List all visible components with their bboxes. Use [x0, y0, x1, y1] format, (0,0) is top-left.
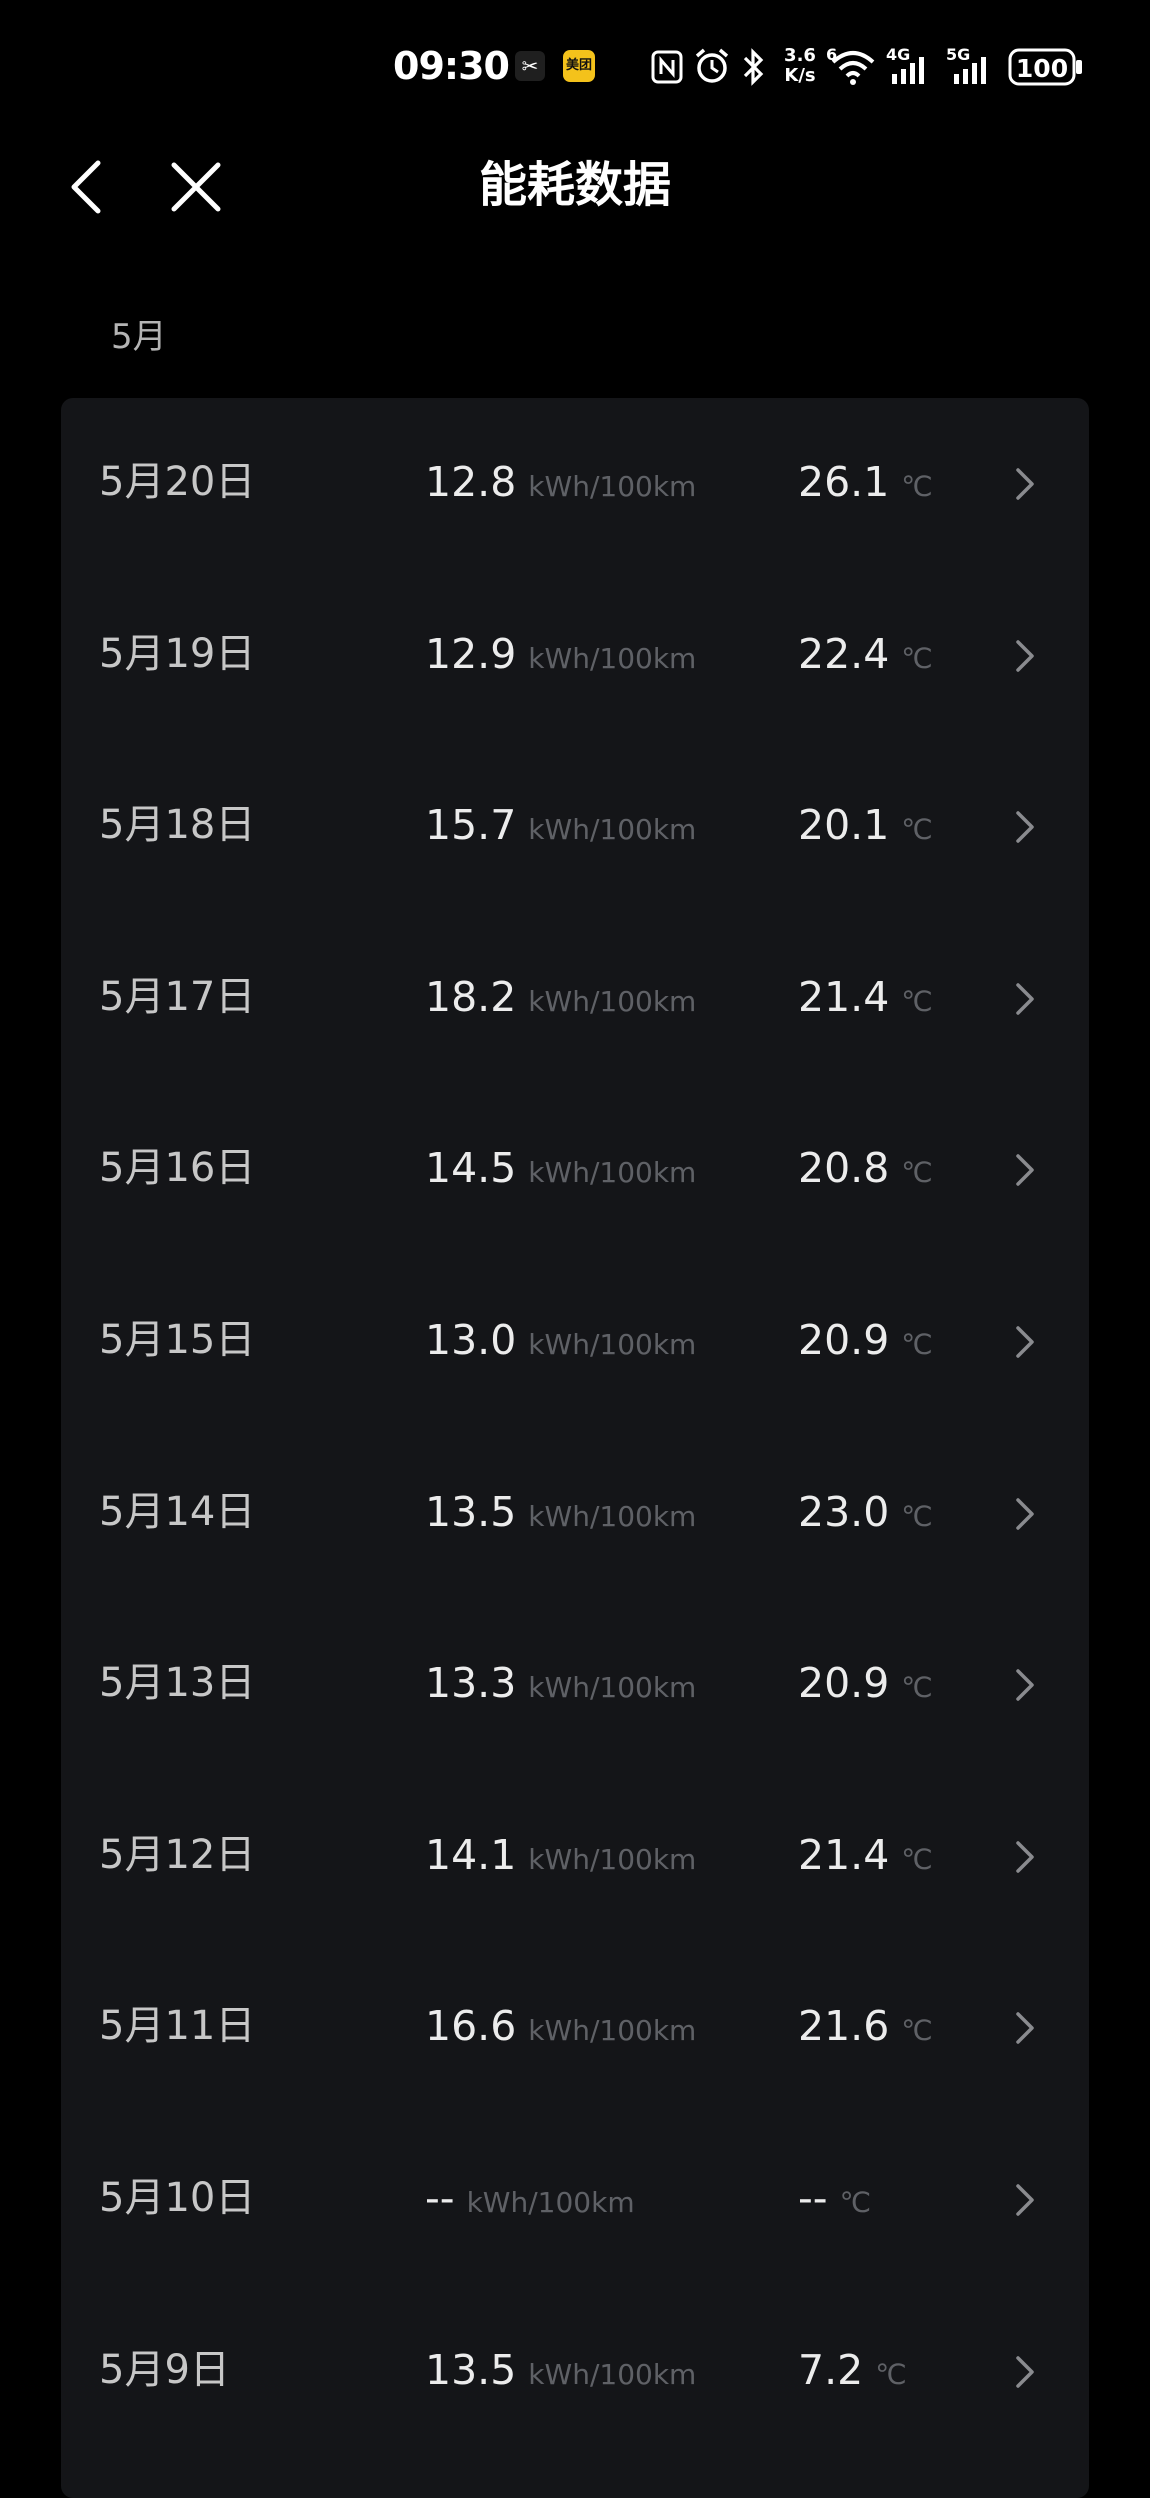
- svg-text:100: 100: [1016, 54, 1068, 83]
- list-item[interactable]: 5月15日 13.0 kWh/100km 20.9 ℃: [61, 1256, 1089, 1428]
- row-energy: 12.8 kWh/100km: [425, 458, 697, 506]
- battery-icon: 100: [1008, 48, 1082, 86]
- chevron-right-icon: [1016, 811, 1034, 843]
- row-date: 5月17日: [99, 973, 256, 1020]
- row-temperature: 21.4 ℃: [798, 972, 933, 1021]
- list-item[interactable]: 5月12日 14.1 kWh/100km 21.4 ℃: [61, 1771, 1089, 1943]
- chevron-right-icon: [1016, 639, 1034, 672]
- list-item[interactable]: 5月10日 -- kWh/100km -- ℃: [61, 2114, 1089, 2286]
- row-temperature: 20.8 ℃: [798, 1144, 933, 1193]
- chevron-right-icon: [1016, 2184, 1034, 2216]
- scissors-icon: ✂: [515, 51, 545, 81]
- list-item[interactable]: 5月19日 12.9 kWh/100km 22.4 ℃: [61, 570, 1089, 742]
- row-date: 5月16日: [99, 1145, 256, 1192]
- row-temperature: 23.0 ℃: [798, 1487, 933, 1536]
- network-speed: 3.6 K/s: [784, 45, 816, 86]
- row-temperature: 20.1 ℃: [798, 801, 933, 850]
- signal-icon: [892, 57, 924, 84]
- row-energy: 13.3 kWh/100km: [425, 1659, 697, 1708]
- daily-energy-list: 5月20日 12.8 kWh/100km 26.1 ℃ 5月19日 12.9 kWh/…: [61, 398, 1089, 2498]
- row-date: 5月12日: [99, 1831, 256, 1878]
- list-item[interactable]: 5月20日 12.8 kWh/100km 26.1 ℃: [61, 398, 1089, 570]
- row-energy: 14.1 kWh/100km: [425, 1830, 697, 1879]
- chevron-right-icon: [1016, 2012, 1034, 2045]
- row-temperature: 21.6 ℃: [798, 2002, 933, 2051]
- chevron-right-icon: [1016, 1154, 1034, 1187]
- row-temperature: 20.9 ℃: [798, 1316, 933, 1364]
- row-date: 5月11日: [99, 2003, 256, 2050]
- row-energy: -- kWh/100km: [425, 2174, 635, 2222]
- row-temperature: -- ℃: [798, 2174, 872, 2222]
- row-date: 5月15日: [99, 1317, 256, 1363]
- row-date: 5月14日: [99, 1488, 256, 1535]
- chevron-right-icon: [1016, 1669, 1034, 1701]
- row-temperature: 7.2 ℃: [798, 2345, 907, 2394]
- list-item[interactable]: 5月13日 13.3 kWh/100km 20.9 ℃: [61, 1599, 1089, 1771]
- row-energy: 14.5 kWh/100km: [425, 1144, 697, 1193]
- row-temperature: 26.1 ℃: [798, 458, 933, 506]
- row-date: 5月20日: [99, 459, 256, 505]
- meituan-icon: 美团: [563, 50, 595, 82]
- row-energy: 16.6 kWh/100km: [425, 2002, 697, 2051]
- row-energy: 18.2 kWh/100km: [425, 972, 697, 1021]
- chevron-right-icon: [1016, 468, 1034, 500]
- row-date: 5月18日: [99, 802, 256, 849]
- chevron-right-icon: [1016, 1497, 1034, 1530]
- status-bar: 09:30 ✂ 美团 3.6 K/s 6 4G 5G 100: [0, 0, 1150, 135]
- list-item[interactable]: 5月9日 13.5 kWh/100km 7.2 ℃: [61, 2286, 1089, 2458]
- page-title: 能耗数据: [478, 157, 671, 213]
- status-time: 09:30: [393, 44, 510, 88]
- list-item[interactable]: 5月18日 15.7 kWh/100km 20.1 ℃: [61, 741, 1089, 913]
- row-energy: 13.5 kWh/100km: [425, 2345, 697, 2394]
- month-label: 5月: [111, 317, 167, 357]
- row-date: 5月10日: [99, 2175, 256, 2221]
- row-energy: 13.5 kWh/100km: [425, 1487, 697, 1536]
- row-energy: 12.9 kWh/100km: [425, 629, 697, 678]
- row-temperature: 22.4 ℃: [798, 629, 933, 678]
- chevron-right-icon: [1016, 983, 1034, 1015]
- nfc-icon: [651, 50, 683, 84]
- list-item[interactable]: 5月14日 13.5 kWh/100km 23.0 ℃: [61, 1428, 1089, 1600]
- row-date: 5月9日: [99, 2346, 230, 2393]
- row-energy: 15.7 kWh/100km: [425, 801, 697, 850]
- row-date: 5月13日: [99, 1660, 256, 1707]
- row-temperature: 21.4 ℃: [798, 1830, 933, 1879]
- list-item[interactable]: 5月17日 18.2 kWh/100km 21.4 ℃: [61, 913, 1089, 1085]
- signal-icon: [954, 57, 986, 84]
- row-energy: 13.0 kWh/100km: [425, 1316, 697, 1364]
- bluetooth-icon: [743, 48, 764, 86]
- header: 能耗数据: [0, 135, 1150, 240]
- list-item[interactable]: 5月11日 16.6 kWh/100km 21.6 ℃: [61, 1942, 1089, 2114]
- alarm-icon: [695, 48, 729, 83]
- chevron-right-icon: [1016, 1841, 1034, 1873]
- wifi-icon: [831, 51, 875, 85]
- row-date: 5月19日: [99, 630, 256, 677]
- list-item[interactable]: 5月16日 14.5 kWh/100km 20.8 ℃: [61, 1084, 1089, 1256]
- chevron-right-icon: [1016, 1326, 1034, 1358]
- row-temperature: 20.9 ℃: [798, 1659, 933, 1708]
